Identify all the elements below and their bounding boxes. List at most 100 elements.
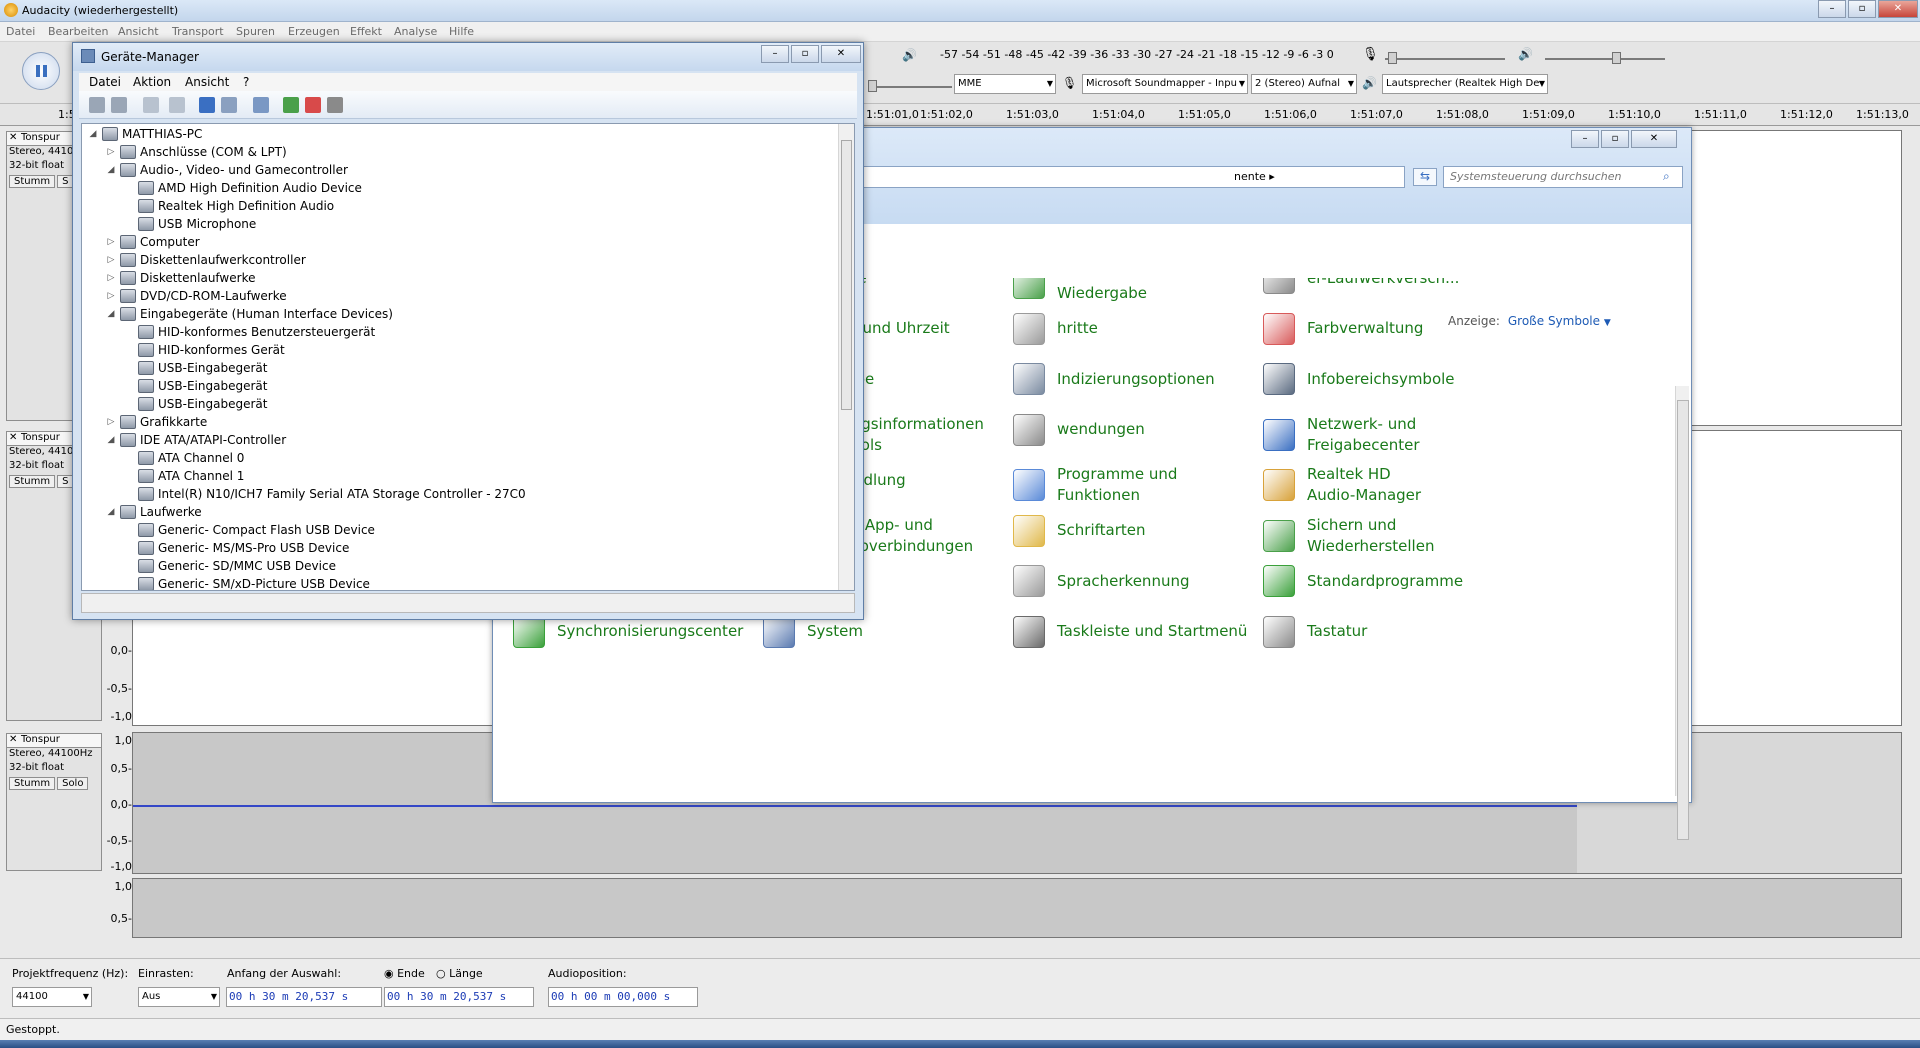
device-tree-node[interactable]: Generic- MS/MS-Pro USB Device (124, 539, 349, 557)
expander-icon[interactable]: ▷ (106, 273, 116, 283)
properties-icon[interactable] (169, 97, 185, 113)
cp-item[interactable]: Indizierungsoptionen (1013, 363, 1253, 395)
cp-item[interactable]: Infobereichsymbole (1263, 363, 1503, 395)
menu-effekt[interactable]: Effekt (350, 25, 382, 38)
audio-host-select[interactable]: MME (954, 74, 1056, 94)
address-bar[interactable]: nente ▸ (863, 166, 1405, 188)
cp-item[interactable]: Farbverwaltung (1263, 312, 1503, 345)
dm-menu-ansicht[interactable]: Ansicht (185, 75, 229, 89)
cp-item[interactable]: System (763, 615, 1003, 648)
ende-time-field[interactable]: 00 h 30 m 20,537 s (384, 987, 534, 1007)
projektfrequenz-select[interactable]: 44100 (12, 987, 92, 1007)
cp-item[interactable]: Standardprogramme (1263, 565, 1503, 597)
device-tree-node[interactable]: USB-Eingabegerät (124, 395, 267, 413)
device-tree-node[interactable]: ATA Channel 1 (124, 467, 244, 485)
menu-erzeugen[interactable]: Erzeugen (288, 25, 340, 38)
solo-button[interactable]: S (57, 475, 74, 488)
close-track-icon[interactable]: ✕ (9, 734, 17, 745)
device-tree-node[interactable]: ◢ Audio-, Video- und Gamecontroller (106, 161, 348, 179)
dm-maximize-button[interactable]: ▫ (791, 45, 819, 63)
device-tree-node[interactable]: Generic- SD/MMC USB Device (124, 557, 336, 575)
cp-item[interactable]: Tastatur (1263, 615, 1503, 648)
device-tree-node[interactable]: Realtek High Definition Audio (124, 197, 334, 215)
dm-menu-help[interactable]: ? (243, 75, 249, 89)
cp-item[interactable]: Netzwerk- und Freigabecenter (1263, 414, 1503, 456)
track-3-header[interactable]: ✕ Tonspur (7, 734, 101, 748)
menu-datei[interactable]: Datei (6, 25, 35, 38)
minimize-button[interactable]: – (1818, 0, 1846, 18)
mute-button[interactable]: Stumm (9, 777, 56, 790)
dm-scroll-thumb[interactable] (841, 140, 852, 410)
help-icon[interactable] (199, 97, 215, 113)
expander-icon[interactable]: ◢ (106, 507, 116, 517)
cp-scroll-thumb[interactable] (1677, 400, 1689, 840)
menu-analyse[interactable]: Analyse (394, 25, 437, 38)
back-arrow-icon[interactable] (89, 97, 105, 113)
input-device-select[interactable]: Microsoft Soundmapper - Inpu (1082, 74, 1248, 94)
search-icon[interactable]: ⌕ (1663, 169, 1670, 184)
cp-close-button[interactable]: ✕ (1631, 130, 1677, 148)
mute-button[interactable]: Stumm (9, 475, 56, 488)
device-tree-node[interactable]: HID-konformes Gerät (124, 341, 285, 359)
cp-item[interactable]: er-Laufwerkversch... (1263, 278, 1503, 294)
menu-bearbeiten[interactable]: Bearbeiten (48, 25, 108, 38)
expander-icon[interactable]: ◢ (106, 309, 116, 319)
view-list-icon[interactable] (221, 97, 237, 113)
close-track-icon[interactable]: ✕ (9, 432, 17, 443)
menu-ansicht[interactable]: Ansicht (118, 25, 159, 38)
mute-button[interactable]: Stumm (9, 175, 56, 188)
ende-radio[interactable]: ◉ Ende (384, 967, 425, 980)
device-tree-node[interactable]: USB Microphone (124, 215, 256, 233)
laenge-radio[interactable]: ○ Länge (436, 967, 483, 980)
device-tree-node[interactable]: Generic- Compact Flash USB Device (124, 521, 375, 539)
input-volume-slider[interactable] (1388, 52, 1397, 64)
device-tree-node[interactable]: AMD High Definition Audio Device (124, 179, 362, 197)
playback-speed-slider[interactable] (868, 80, 877, 92)
device-tree-node[interactable]: Generic- SM/xD-Picture USB Device (124, 575, 370, 590)
cp-item[interactable]: Sichern und Wiederherstellen (1263, 515, 1503, 557)
cp-maximize-button[interactable]: ▫ (1601, 130, 1629, 148)
menu-spuren[interactable]: Spuren (236, 25, 275, 38)
device-tree-node[interactable]: ▷ Diskettenlaufwerke (106, 269, 255, 287)
device-tree-node[interactable]: ▷ Diskettenlaufwerkcontroller (106, 251, 306, 269)
anfang-time-field[interactable]: 00 h 30 m 20,537 s (226, 987, 382, 1007)
device-tree-node[interactable]: ▷ Anschlüsse (COM & LPT) (106, 143, 287, 161)
dm-close-button[interactable]: ✕ (821, 45, 861, 63)
device-tree-node[interactable]: ◢ IDE ATA/ATAPI-Controller (106, 431, 286, 449)
cp-item[interactable]: wendungen (1013, 413, 1253, 446)
device-tree-node[interactable]: ◢ Laufwerke (106, 503, 202, 521)
cp-scrollbar[interactable] (1675, 386, 1689, 840)
device-tree-node[interactable]: ◢ MATTHIAS-PC (88, 125, 202, 143)
close-button[interactable]: ✕ (1878, 0, 1918, 18)
cp-item[interactable]: Schriftarten (1013, 514, 1253, 547)
device-tree-node[interactable]: ▷ Computer (106, 233, 200, 251)
expander-icon[interactable]: ▷ (106, 237, 116, 247)
update-driver-icon[interactable] (283, 97, 299, 113)
cp-minimize-button[interactable]: – (1571, 130, 1599, 148)
dm-minimize-button[interactable]: – (761, 45, 789, 63)
audioposition-field[interactable]: 00 h 00 m 00,000 s (548, 987, 698, 1007)
device-tree-node[interactable]: ▷ DVD/CD-ROM-Laufwerke (106, 287, 287, 305)
maximize-button[interactable]: ▫ (1848, 0, 1876, 18)
cp-item[interactable]: Realtek HD Audio-Manager (1263, 464, 1503, 506)
dm-menu-datei[interactable]: Datei (89, 75, 121, 89)
device-tree-node[interactable]: ◢ Eingabegeräte (Human Interface Devices) (106, 305, 393, 323)
refresh-icon[interactable]: ⇆ (1413, 168, 1437, 186)
cp-item[interactable]: hritte (1013, 312, 1253, 345)
close-track-icon[interactable]: ✕ (9, 132, 17, 143)
expander-icon[interactable]: ▷ (106, 147, 116, 157)
menu-hilfe[interactable]: Hilfe (449, 25, 474, 38)
cp-item[interactable]: Spracherkennung (1013, 565, 1253, 597)
disable-device-icon[interactable] (327, 97, 343, 113)
expander-icon[interactable]: ▷ (106, 255, 116, 265)
einrasten-select[interactable]: Aus (138, 987, 220, 1007)
device-tree-node[interactable]: USB-Eingabegerät (124, 377, 267, 395)
cp-item[interactable]: Programme und Funktionen (1013, 464, 1253, 506)
cp-item[interactable]: Automatische Wiedergabe (1013, 278, 1253, 304)
expander-icon[interactable]: ◢ (106, 165, 116, 175)
output-volume-slider[interactable] (1612, 52, 1621, 64)
dm-scrollbar[interactable] (838, 124, 854, 590)
expander-icon[interactable]: ◢ (88, 129, 98, 139)
search-input[interactable]: Systemsteuerung durchsuchen (1443, 166, 1683, 188)
input-channels-select[interactable]: 2 (Stereo) Aufnal (1251, 74, 1357, 94)
